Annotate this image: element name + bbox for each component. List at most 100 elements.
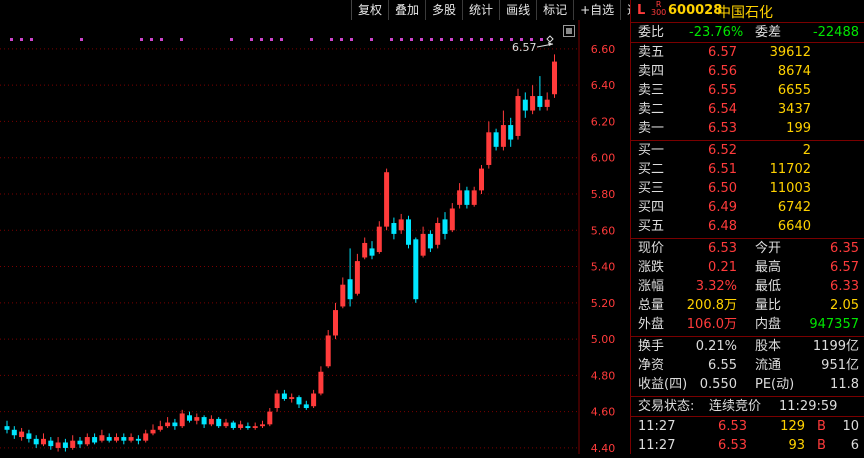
candle bbox=[179, 409, 185, 428]
candle bbox=[252, 422, 258, 430]
candle bbox=[187, 411, 192, 423]
candle bbox=[464, 186, 470, 209]
quote-value: 947357 bbox=[809, 317, 859, 332]
candle bbox=[274, 389, 280, 412]
indicator-dot bbox=[180, 38, 183, 41]
toolbar-button-6[interactable]: +自选 bbox=[573, 0, 621, 20]
quote-row: 总量 200.8万 量比 2.05 bbox=[631, 296, 864, 315]
candle bbox=[4, 420, 10, 434]
fund-row: 换手 0.21% 股本 1199亿 bbox=[631, 337, 864, 356]
asks-volume: 39612 bbox=[769, 45, 811, 60]
fund-value: 1199亿 bbox=[812, 339, 859, 354]
candle bbox=[230, 420, 236, 430]
tick-row[interactable]: 11:27 6.53 93 B 6 bbox=[631, 436, 864, 455]
candle bbox=[442, 212, 448, 240]
candle bbox=[354, 253, 360, 296]
fund-value: 951亿 bbox=[821, 358, 859, 373]
bids-row[interactable]: 买五 6.48 6640 bbox=[631, 217, 864, 236]
quote-value: 6.33 bbox=[830, 279, 859, 294]
indicator-dot bbox=[270, 38, 273, 41]
toolbar-button-2[interactable]: 多股 bbox=[425, 0, 463, 20]
indicator-dot bbox=[350, 38, 353, 41]
bids-price: 6.52 bbox=[708, 143, 737, 158]
bids-row[interactable]: 买三 6.50 11003 bbox=[631, 179, 864, 198]
fund-label: 流通 bbox=[755, 358, 782, 373]
indicator-dot bbox=[500, 38, 503, 41]
quote-row: 现价 6.53 今开 6.35 bbox=[631, 239, 864, 258]
indicator-dot bbox=[80, 38, 83, 41]
fund-label: 换手 bbox=[638, 339, 665, 354]
candle bbox=[311, 389, 317, 409]
bids-level-label: 买一 bbox=[638, 143, 665, 158]
price-axis-label: 6.60 bbox=[591, 43, 616, 56]
tick-list[interactable]: 11:27 6.53 129 B 10 11:27 6.53 93 B 6 bbox=[631, 417, 864, 455]
quote-label: 涨跌 bbox=[638, 260, 665, 275]
bids-price: 6.48 bbox=[708, 219, 737, 234]
candle bbox=[515, 88, 521, 140]
toolbar-button-1[interactable]: 叠加 bbox=[388, 0, 426, 20]
stock-header: L R 300 600028 中国石化 bbox=[631, 0, 864, 23]
toolbar-button-3[interactable]: 统计 bbox=[462, 0, 500, 20]
candle bbox=[114, 433, 119, 443]
bids-row[interactable]: 买四 6.49 6742 bbox=[631, 198, 864, 217]
toolbar-button-4[interactable]: 画线 bbox=[499, 0, 537, 20]
asks-volume: 3437 bbox=[777, 102, 811, 117]
fund-label: PE(动) bbox=[755, 377, 795, 392]
bids-volume: 2 bbox=[802, 143, 811, 158]
asks-volume: 8674 bbox=[777, 64, 811, 79]
quote-value: 2.05 bbox=[830, 298, 859, 313]
kline-chart-area[interactable]: 6.60 6.40 6.20 6.00 5.80 5.60 5.40 5.20 5.00 4.80… bbox=[0, 0, 658, 455]
candle bbox=[544, 92, 550, 111]
candle bbox=[457, 183, 463, 209]
indicator-dot bbox=[310, 38, 313, 41]
asks-price: 6.54 bbox=[708, 102, 737, 117]
fund-value: 0.550 bbox=[699, 377, 737, 392]
quote-row: 涨幅 3.32% 最低 6.33 bbox=[631, 277, 864, 296]
asks-row[interactable]: 卖一 6.53 199 bbox=[631, 119, 864, 138]
bids-row[interactable]: 买二 6.51 11702 bbox=[631, 160, 864, 179]
tick-side: B bbox=[817, 438, 826, 453]
asks-row[interactable]: 卖四 6.56 8674 bbox=[631, 62, 864, 81]
asks-row[interactable]: 卖五 6.57 39612 bbox=[631, 43, 864, 62]
asks-row[interactable]: 卖三 6.55 6655 bbox=[631, 81, 864, 100]
price-axis-label: 6.40 bbox=[591, 79, 616, 92]
candle bbox=[318, 366, 324, 396]
candle bbox=[427, 230, 433, 253]
indicator-dot bbox=[280, 38, 283, 41]
bids-volume: 11003 bbox=[769, 181, 811, 196]
candle bbox=[333, 302, 338, 340]
candle bbox=[267, 408, 273, 427]
bids-price: 6.51 bbox=[708, 162, 737, 177]
asks-level-label: 卖四 bbox=[638, 64, 665, 79]
indicator-dot bbox=[430, 38, 433, 41]
candle bbox=[128, 433, 134, 443]
candle bbox=[340, 277, 346, 309]
candle bbox=[135, 435, 141, 445]
stock-name: 中国石化 bbox=[717, 5, 773, 21]
asks-row[interactable]: 卖二 6.54 3437 bbox=[631, 100, 864, 119]
candle bbox=[238, 420, 244, 430]
candle bbox=[92, 433, 98, 445]
toolbar-button-5[interactable]: 标记 bbox=[536, 0, 574, 20]
board-badge: R 300 bbox=[651, 0, 667, 17]
quote-panel: L R 300 600028 中国石化 委比 -23.76% 委差 -22488 … bbox=[630, 0, 864, 454]
tick-row[interactable]: 11:27 6.53 129 B 10 bbox=[631, 417, 864, 436]
quote-value: 6.57 bbox=[830, 260, 859, 275]
candle bbox=[398, 213, 404, 234]
bids-row[interactable]: 买一 6.52 2 bbox=[631, 141, 864, 160]
candle bbox=[406, 215, 411, 249]
candle bbox=[391, 217, 397, 240]
indicator-dot bbox=[370, 38, 373, 41]
fund-value: 6.55 bbox=[708, 358, 737, 373]
wb-label: 委比 bbox=[638, 25, 665, 40]
panel-toggle-icon[interactable] bbox=[563, 25, 575, 37]
fund-value: 0.21% bbox=[695, 339, 737, 354]
indicator-dot bbox=[140, 38, 143, 41]
candle bbox=[157, 420, 163, 432]
candle bbox=[223, 418, 229, 428]
toolbar-button-0[interactable]: 复权 bbox=[351, 0, 389, 20]
candle bbox=[479, 164, 484, 194]
fundamental-stats: 换手 0.21% 股本 1199亿 净资 6.55 流通 951亿 收益(四) 0.550 PE(动… bbox=[631, 337, 864, 397]
candle bbox=[41, 433, 46, 447]
kline-chart[interactable]: 6.60 6.40 6.20 6.00 5.80 5.60 5.40 5.20 5.00 4.80… bbox=[0, 0, 630, 455]
